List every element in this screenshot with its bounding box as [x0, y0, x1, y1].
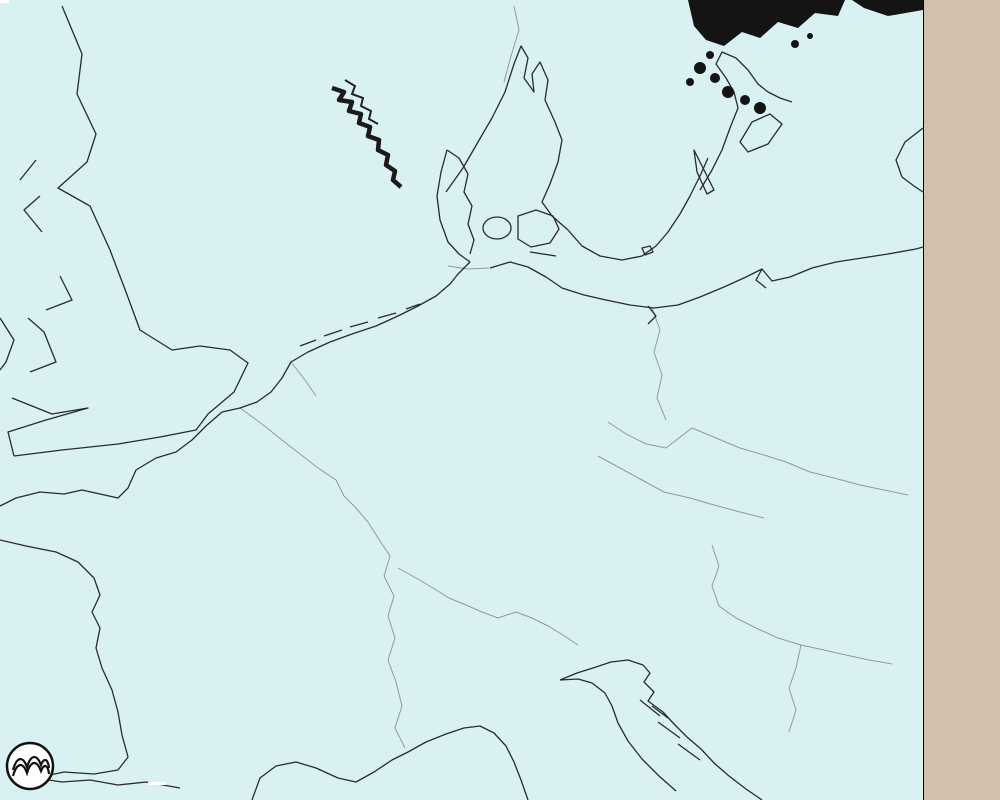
- map-canvas: [0, 0, 923, 800]
- map-title: [0, 0, 9, 3]
- legend-panel: [923, 0, 1000, 800]
- copyright-attribution: [148, 782, 166, 785]
- weather-map-screenshot: [0, 0, 1000, 800]
- temperature-values-layer: [0, 0, 923, 800]
- colorbar: [924, 0, 1000, 800]
- metmaps-logo-icon: [2, 740, 60, 798]
